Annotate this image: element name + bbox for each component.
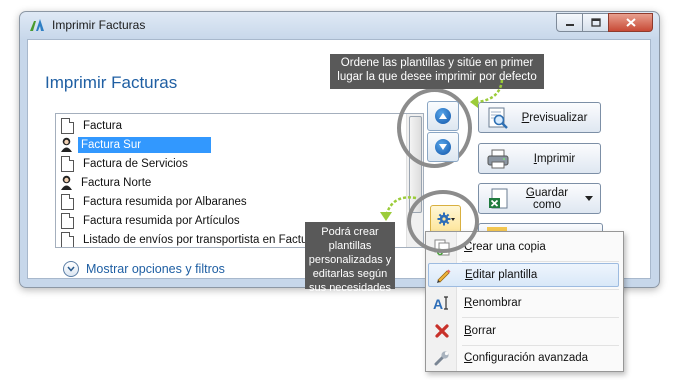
highlight-ring: [407, 190, 479, 253]
document-icon: [61, 117, 74, 134]
pencil-icon: [434, 266, 452, 284]
chevron-down-icon: [63, 261, 79, 277]
list-item-label: Factura Norte: [81, 176, 152, 189]
rename-label: enombrar: [472, 297, 522, 309]
svg-text:A: A: [433, 296, 443, 311]
list-item-label: Listado de envíos por transportista en F…: [83, 233, 324, 246]
window-title: Imprimir Facturas: [52, 18, 146, 32]
menu-separator: [462, 289, 619, 290]
order-tooltip: Ordene las plantillas y sitúe en primer …: [330, 54, 544, 89]
minimize-icon: [565, 23, 574, 26]
arrow-up-icon: [435, 108, 451, 124]
person-icon: [61, 137, 72, 152]
list-item-label: Factura resumida por Albaranes: [83, 195, 247, 208]
document-icon: [61, 155, 74, 172]
menu-separator: [462, 261, 619, 262]
edit-template-accesskey: E: [465, 269, 473, 281]
list-item[interactable]: Factura de Servicios: [57, 154, 188, 173]
excel-icon: [489, 188, 508, 208]
rename-icon: A: [433, 294, 451, 312]
minimize-button[interactable]: [556, 13, 583, 32]
document-icon: [61, 193, 74, 210]
maximize-icon: [590, 18, 601, 27]
preview-label: revisualizar: [529, 111, 588, 124]
show-options-link[interactable]: Mostrar opciones y filtros: [63, 261, 225, 277]
create-tooltip-text: Podrá crear plantillas personalizadas y …: [308, 226, 392, 294]
maximize-button[interactable]: [582, 13, 609, 32]
move-up-button[interactable]: [427, 101, 459, 131]
document-icon: [61, 212, 74, 229]
save-as-accesskey: G: [525, 186, 535, 199]
app-logo-icon: [30, 19, 44, 31]
move-down-button[interactable]: [427, 132, 459, 162]
menu-item-delete[interactable]: Borrar: [428, 319, 619, 343]
delete-accesskey: B: [464, 325, 472, 337]
window-controls: [556, 13, 653, 32]
list-item[interactable]: Factura: [57, 116, 122, 135]
create-tooltip: Podrá crear plantillas personalizadas y …: [305, 222, 395, 294]
list-item[interactable]: Factura Sur: [57, 135, 212, 154]
close-icon: [625, 18, 636, 27]
list-item[interactable]: Factura Norte: [57, 173, 151, 192]
wrench-icon: [433, 349, 451, 367]
list-item-label: Factura Sur: [78, 136, 212, 153]
menu-item-edit-template[interactable]: Editar plantilla: [428, 263, 619, 287]
page-title: Imprimir Facturas: [45, 73, 178, 92]
list-item[interactable]: Factura resumida por Albaranes: [57, 192, 247, 211]
advanced-config-label: onfiguración avanzada: [472, 352, 589, 364]
menu-item-advanced-config[interactable]: Configuración avanzada: [428, 346, 619, 370]
close-button[interactable]: [608, 13, 653, 32]
person-icon: [61, 175, 72, 190]
list-item[interactable]: Factura resumida por Artículos: [57, 211, 240, 230]
delete-icon: [433, 322, 451, 340]
save-as-label: uardar como: [532, 186, 569, 211]
list-item[interactable]: Listado de envíos por transportista en F…: [57, 230, 324, 247]
title-bar: Imprimir Facturas: [20, 12, 659, 39]
menu-item-rename[interactable]: A Renombrar: [428, 291, 619, 315]
print-label: mprimir: [536, 152, 576, 165]
document-icon: [61, 231, 74, 247]
show-options-label: Mostrar opciones y filtros: [86, 262, 225, 276]
save-as-button[interactable]: Guardar como: [478, 183, 601, 214]
curved-arrow-icon: [470, 79, 504, 108]
printer-icon: [487, 149, 509, 168]
template-context-menu: Crear una copia Editar plantilla A Renom…: [425, 231, 624, 372]
list-item-label: Factura resumida por Artículos: [83, 214, 240, 227]
list-item-label: Factura: [83, 119, 122, 132]
dropdown-arrow-icon: [585, 196, 593, 201]
edit-template-label: ditar plantilla: [472, 269, 538, 281]
print-button[interactable]: Imprimir: [478, 143, 601, 174]
delete-label: orrar: [471, 325, 496, 337]
create-copy-label: rear una copia: [472, 241, 546, 253]
arrow-down-icon: [435, 139, 451, 155]
list-item-label: Factura de Servicios: [83, 157, 188, 170]
menu-separator: [462, 317, 619, 318]
